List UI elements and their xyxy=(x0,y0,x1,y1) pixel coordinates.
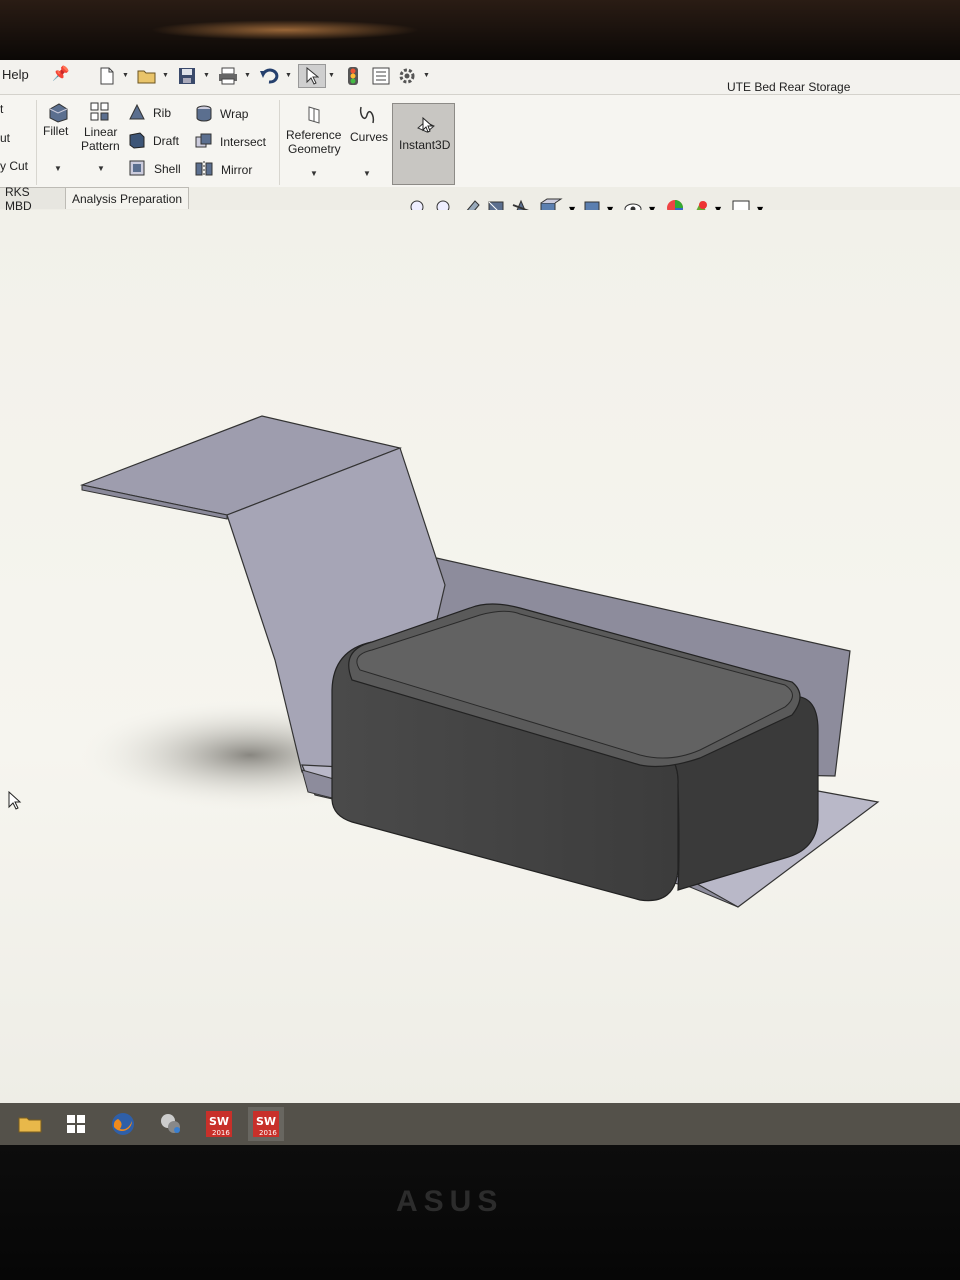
svg-text:SW: SW xyxy=(256,1115,276,1128)
ribbon-separator xyxy=(36,100,37,185)
document-title: UTE Bed Rear Storage xyxy=(727,80,851,94)
draft-label: Draft xyxy=(153,134,180,148)
solidworks-2016-active-icon[interactable]: SW 2016 xyxy=(248,1107,284,1141)
menu-bar: Help 📌 ▼ ▼ ▼ ▼ ▼ ▼ ▼ UTE Bed Rear Storag… xyxy=(0,60,960,95)
file-properties-icon[interactable] xyxy=(368,64,394,88)
new-document-icon[interactable] xyxy=(94,64,120,88)
fillet-label: Fillet xyxy=(43,124,69,138)
reference-geometry-icon xyxy=(308,106,320,124)
instant3d-icon xyxy=(417,116,435,133)
windows-taskbar: SW 2016 SW 2016 xyxy=(0,1103,960,1145)
options-gear-icon[interactable] xyxy=(394,64,420,88)
print-icon[interactable] xyxy=(215,64,241,88)
shell-icon xyxy=(129,160,145,176)
print-dropdown-icon[interactable]: ▼ xyxy=(244,72,251,79)
instant3d-button[interactable]: Instant3D xyxy=(392,103,455,185)
wrap-label: Wrap xyxy=(220,107,249,121)
tab-solidworks-mbd[interactable]: RKS MBD xyxy=(0,185,66,213)
curves-label: Curves xyxy=(350,130,389,144)
fillet-icon xyxy=(49,103,68,123)
ribbon-cut-label-3[interactable]: y Cut xyxy=(0,159,28,173)
reference-geometry-label-2: Geometry xyxy=(288,142,341,156)
firefox-icon[interactable] xyxy=(105,1107,141,1141)
select-arrow-icon[interactable] xyxy=(298,64,326,88)
pin-icon[interactable]: 📌 xyxy=(52,65,69,82)
wrap-icon xyxy=(196,105,212,122)
linear-pattern-label-2: Pattern xyxy=(81,139,120,153)
options-dropdown-icon[interactable]: ▼ xyxy=(423,72,430,79)
curves-dropdown-icon[interactable]: ▼ xyxy=(363,169,371,178)
open-dropdown-icon[interactable]: ▼ xyxy=(162,72,169,79)
undo-dropdown-icon[interactable]: ▼ xyxy=(285,72,292,79)
monitor-brand-logo: ASUS xyxy=(396,1185,504,1218)
linear-pattern-dropdown-icon[interactable]: ▼ xyxy=(97,164,105,173)
select-dropdown-icon[interactable]: ▼ xyxy=(328,72,335,79)
tab-analysis-preparation[interactable]: Analysis Preparation xyxy=(65,187,190,209)
mirror-icon xyxy=(195,161,213,177)
store-icon[interactable] xyxy=(58,1107,94,1141)
curves-icon xyxy=(359,106,375,124)
app-icon[interactable] xyxy=(153,1107,189,1141)
new-dropdown-icon[interactable]: ▼ xyxy=(122,72,129,79)
menu-help[interactable]: Help xyxy=(2,67,29,82)
rebuild-traffic-light-icon[interactable] xyxy=(340,64,366,88)
rib-label: Rib xyxy=(153,106,172,120)
svg-text:SW: SW xyxy=(209,1115,229,1128)
reference-geometry-label-1: Reference xyxy=(286,128,342,142)
light-reflection xyxy=(150,20,420,40)
reference-geometry-dropdown-icon[interactable]: ▼ xyxy=(310,169,318,178)
save-icon[interactable] xyxy=(174,64,200,88)
svg-text:2016: 2016 xyxy=(259,1129,277,1137)
linear-pattern-icon xyxy=(90,102,109,121)
ribbon-cut-label-2[interactable]: ut xyxy=(0,131,10,145)
svg-text:2016: 2016 xyxy=(212,1129,230,1137)
ribbon-cut-label-1[interactable]: t xyxy=(0,102,3,116)
intersect-icon xyxy=(195,133,212,148)
instant3d-label: Instant3D xyxy=(399,138,451,152)
ribbon-separator xyxy=(279,100,280,185)
mouse-cursor-icon xyxy=(8,791,22,810)
part-model xyxy=(79,415,880,908)
rib-icon xyxy=(129,103,145,120)
file-explorer-icon[interactable] xyxy=(12,1107,48,1141)
mirror-label: Mirror xyxy=(221,163,253,177)
solidworks-window: Help 📌 ▼ ▼ ▼ ▼ ▼ ▼ ▼ UTE Bed Rear Storag… xyxy=(0,60,960,1110)
draft-icon xyxy=(129,132,145,149)
undo-icon[interactable] xyxy=(256,64,282,88)
intersect-label: Intersect xyxy=(220,135,267,149)
monitor-top-bezel xyxy=(0,0,960,60)
graphics-area[interactable] xyxy=(0,210,960,1110)
open-folder-icon[interactable] xyxy=(134,64,160,88)
fillet-dropdown-icon[interactable]: ▼ xyxy=(54,164,62,173)
save-dropdown-icon[interactable]: ▼ xyxy=(203,72,210,79)
solidworks-2016-icon[interactable]: SW 2016 xyxy=(201,1107,237,1141)
linear-pattern-label-1: Linear xyxy=(84,125,118,139)
shell-label: Shell xyxy=(154,162,181,176)
